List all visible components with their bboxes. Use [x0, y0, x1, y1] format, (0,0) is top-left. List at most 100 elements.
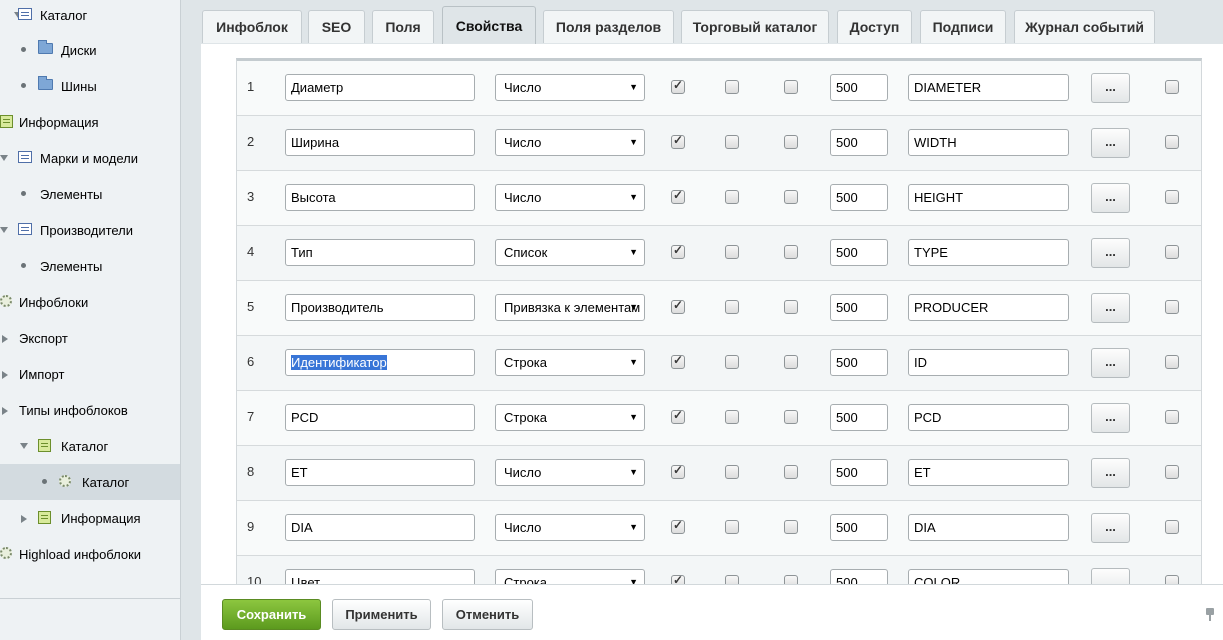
more-button[interactable]: ... [1091, 513, 1130, 543]
cancel-button[interactable]: Отменить [442, 599, 533, 630]
required-checkbox[interactable] [784, 465, 798, 479]
code-input[interactable]: PCD [908, 404, 1069, 431]
property-type-select[interactable]: Строка [495, 569, 645, 584]
sidebar-item[interactable]: Каталог [0, 0, 180, 33]
code-input[interactable]: PRODUCER [908, 294, 1069, 321]
sidebar-item[interactable]: Шины [0, 68, 180, 104]
property-name-input[interactable]: PCD [285, 404, 475, 431]
required-checkbox[interactable] [784, 300, 798, 314]
save-button[interactable]: Сохранить [222, 599, 321, 630]
sidebar-item[interactable]: Highload инфоблоки [0, 536, 180, 572]
required-checkbox[interactable] [784, 575, 798, 584]
active-checkbox[interactable] [671, 243, 685, 259]
required-checkbox[interactable] [784, 135, 798, 149]
chevron-down-icon[interactable] [0, 227, 8, 233]
sidebar-item[interactable]: Производители [0, 212, 180, 248]
multiple-checkbox[interactable] [725, 80, 739, 94]
sidebar-item[interactable]: Марки и модели [0, 140, 180, 176]
required-checkbox[interactable] [784, 520, 798, 534]
property-name-input[interactable]: Цвет [285, 569, 475, 584]
property-name-input[interactable]: Диаметр [285, 74, 475, 101]
sidebar-item[interactable]: Элементы [0, 176, 180, 212]
delete-checkbox[interactable] [1165, 245, 1179, 259]
more-button[interactable]: ... [1091, 293, 1130, 323]
multiple-checkbox[interactable] [725, 135, 739, 149]
more-button[interactable]: ... [1091, 73, 1130, 103]
chevron-right-icon[interactable] [2, 371, 8, 379]
active-checkbox[interactable] [671, 353, 685, 369]
code-input[interactable]: WIDTH [908, 129, 1069, 156]
active-checkbox[interactable] [671, 298, 685, 314]
tab-1[interactable]: SEO [308, 10, 365, 43]
chevron-right-icon[interactable] [21, 515, 27, 523]
tab-4[interactable]: Поля разделов [543, 10, 674, 43]
sidebar-item[interactable]: Информация [0, 104, 180, 140]
tab-0[interactable]: Инфоблок [202, 10, 302, 43]
active-checkbox[interactable] [671, 573, 685, 584]
sidebar-item[interactable]: Каталог [0, 464, 180, 500]
sort-input[interactable]: 500 [830, 514, 888, 541]
delete-checkbox[interactable] [1165, 465, 1179, 479]
active-checkbox[interactable] [671, 78, 685, 94]
more-button[interactable]: ... [1091, 568, 1130, 584]
property-type-select[interactable]: Число [495, 514, 645, 541]
property-type-select[interactable]: Список [495, 239, 645, 266]
property-type-select[interactable]: Привязка к элементам [495, 294, 645, 321]
code-input[interactable]: ID [908, 349, 1069, 376]
active-checkbox[interactable] [671, 518, 685, 534]
property-name-input[interactable]: Идентификатор [285, 349, 475, 376]
tab-8[interactable]: Журнал событий [1014, 10, 1155, 43]
active-checkbox[interactable] [671, 133, 685, 149]
delete-checkbox[interactable] [1165, 80, 1179, 94]
property-type-select[interactable]: Число [495, 459, 645, 486]
sort-input[interactable]: 500 [830, 74, 888, 101]
required-checkbox[interactable] [784, 190, 798, 204]
chevron-down-icon[interactable] [0, 155, 8, 161]
property-name-input[interactable]: DIA [285, 514, 475, 541]
sort-input[interactable]: 500 [830, 569, 888, 584]
multiple-checkbox[interactable] [725, 245, 739, 259]
property-type-select[interactable]: Число [495, 129, 645, 156]
property-name-input[interactable]: ET [285, 459, 475, 486]
sort-input[interactable]: 500 [830, 294, 888, 321]
chevron-right-icon[interactable] [2, 407, 8, 415]
sort-input[interactable]: 500 [830, 459, 888, 486]
tab-3[interactable]: Свойства [442, 6, 536, 44]
property-type-select[interactable]: Число [495, 184, 645, 211]
sort-input[interactable]: 500 [830, 129, 888, 156]
more-button[interactable]: ... [1091, 458, 1130, 488]
code-input[interactable]: DIAMETER [908, 74, 1069, 101]
code-input[interactable]: DIA [908, 514, 1069, 541]
more-button[interactable]: ... [1091, 128, 1130, 158]
property-type-select[interactable]: Строка [495, 349, 645, 376]
sidebar-item[interactable]: Экспорт [0, 320, 180, 356]
active-checkbox[interactable] [671, 408, 685, 424]
active-checkbox[interactable] [671, 188, 685, 204]
property-name-input[interactable]: Ширина [285, 129, 475, 156]
property-name-input[interactable]: Высота [285, 184, 475, 211]
tab-5[interactable]: Торговый каталог [681, 10, 829, 43]
delete-checkbox[interactable] [1165, 575, 1179, 584]
multiple-checkbox[interactable] [725, 190, 739, 204]
code-input[interactable]: COLOR [908, 569, 1069, 584]
sidebar-item[interactable]: Импорт [0, 356, 180, 392]
multiple-checkbox[interactable] [725, 575, 739, 584]
required-checkbox[interactable] [784, 80, 798, 94]
property-name-input[interactable]: Тип [285, 239, 475, 266]
code-input[interactable]: HEIGHT [908, 184, 1069, 211]
delete-checkbox[interactable] [1165, 300, 1179, 314]
sort-input[interactable]: 500 [830, 404, 888, 431]
required-checkbox[interactable] [784, 410, 798, 424]
active-checkbox[interactable] [671, 463, 685, 479]
chevron-down-icon[interactable] [20, 443, 28, 449]
chevron-right-icon[interactable] [2, 335, 8, 343]
delete-checkbox[interactable] [1165, 190, 1179, 204]
sidebar-item[interactable]: Диски [0, 32, 180, 68]
multiple-checkbox[interactable] [725, 410, 739, 424]
multiple-checkbox[interactable] [725, 465, 739, 479]
tab-7[interactable]: Подписи [920, 10, 1006, 43]
delete-checkbox[interactable] [1165, 355, 1179, 369]
sidebar-item[interactable]: Информация [0, 500, 180, 536]
delete-checkbox[interactable] [1165, 410, 1179, 424]
code-input[interactable]: ET [908, 459, 1069, 486]
